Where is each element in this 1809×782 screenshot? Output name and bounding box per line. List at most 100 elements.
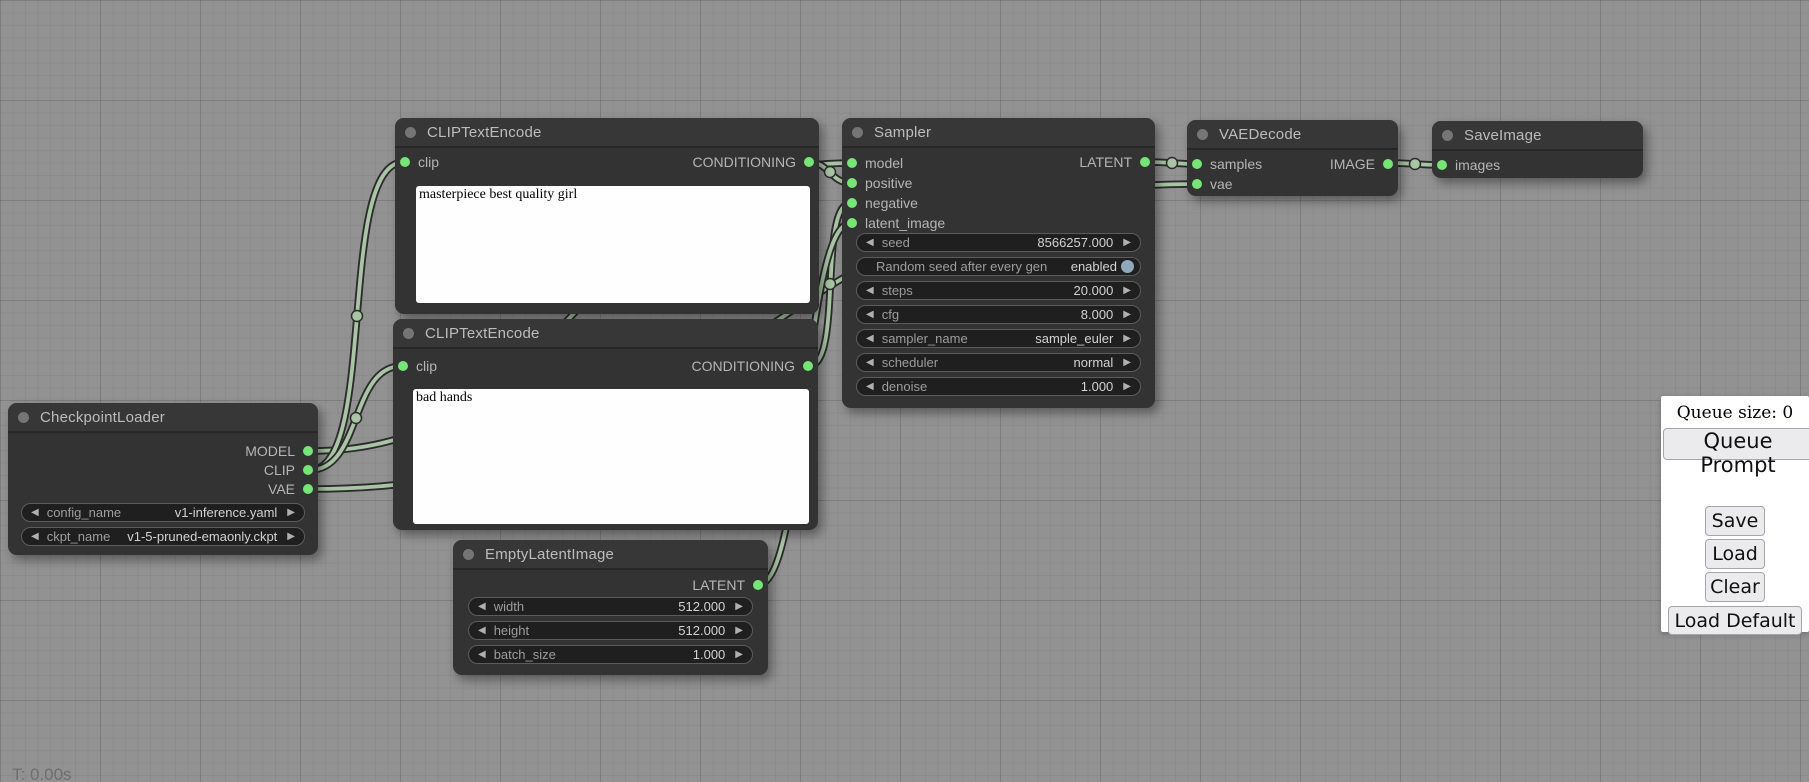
widget-batch-size[interactable]: ◀ batch_size 1.000 ▶ <box>468 645 753 664</box>
widget-height[interactable]: ◀ height 512.000 ▶ <box>468 621 753 640</box>
widget-steps[interactable]: ◀ steps 20.000 ▶ <box>856 281 1141 300</box>
output-slot-image[interactable]: IMAGE <box>1330 154 1393 174</box>
widget-seed[interactable]: ◀ seed 8566257.000 ▶ <box>856 233 1141 252</box>
input-slot-vae[interactable]: vae <box>1192 174 1233 194</box>
input-slot-positive[interactable]: positive <box>847 173 912 193</box>
increment-icon[interactable]: ▶ <box>287 508 295 518</box>
increment-icon[interactable]: ▶ <box>735 650 743 660</box>
decrement-icon[interactable]: ◀ <box>478 602 486 612</box>
node-clip-text-encode-positive[interactable]: CLIPTextEncode clip CONDITIONING masterp… <box>395 118 819 314</box>
output-slot-latent[interactable]: LATENT <box>1079 152 1150 172</box>
negative-prompt-textarea[interactable]: bad hands <box>413 389 809 524</box>
decrement-icon[interactable]: ◀ <box>31 508 39 518</box>
input-slot-negative[interactable]: negative <box>847 193 918 213</box>
node-vae-decode[interactable]: VAEDecode samples vae IMAGE <box>1187 120 1398 196</box>
output-dot-icon[interactable] <box>1383 159 1393 169</box>
input-dot-icon[interactable] <box>847 218 857 228</box>
input-slot-clip[interactable]: clip <box>398 356 437 376</box>
positive-prompt-textarea[interactable]: masterpiece best quality girl <box>416 186 810 303</box>
increment-icon[interactable]: ▶ <box>287 532 295 542</box>
increment-icon[interactable]: ▶ <box>735 602 743 612</box>
widget-denoise[interactable]: ◀ denoise 1.000 ▶ <box>856 377 1141 396</box>
input-slot-clip[interactable]: clip <box>400 152 439 172</box>
decrement-icon[interactable]: ◀ <box>478 650 486 660</box>
output-slot-latent[interactable]: LATENT <box>692 575 763 595</box>
graph-canvas[interactable]: CheckpointLoader MODEL CLIP VAE ◀ config… <box>0 0 1809 782</box>
widget-cfg[interactable]: ◀ cfg 8.000 ▶ <box>856 305 1141 324</box>
widget-width[interactable]: ◀ width 512.000 ▶ <box>468 597 753 616</box>
collapse-dot-icon[interactable] <box>18 412 29 423</box>
increment-icon[interactable]: ▶ <box>1123 310 1131 320</box>
node-title-bar[interactable]: CheckpointLoader <box>8 403 318 433</box>
node-empty-latent-image[interactable]: EmptyLatentImage LATENT ◀ width 512.000 … <box>453 540 768 675</box>
decrement-icon[interactable]: ◀ <box>31 532 39 542</box>
input-slot-samples[interactable]: samples <box>1192 154 1262 174</box>
slot-label: negative <box>865 195 918 211</box>
node-title-bar[interactable]: VAEDecode <box>1187 120 1398 150</box>
output-slot-model[interactable]: MODEL <box>245 441 313 461</box>
output-dot-icon[interactable] <box>804 157 814 167</box>
decrement-icon[interactable]: ◀ <box>478 626 486 636</box>
node-title-bar[interactable]: CLIPTextEncode <box>393 319 818 349</box>
output-dot-icon[interactable] <box>753 580 763 590</box>
input-dot-icon[interactable] <box>847 198 857 208</box>
output-dot-icon[interactable] <box>303 484 313 494</box>
node-title-bar[interactable]: CLIPTextEncode <box>395 118 819 148</box>
widget-ckpt-name[interactable]: ◀ ckpt_name v1-5-pruned-emaonly.ckpt ▶ <box>21 527 305 546</box>
increment-icon[interactable]: ▶ <box>1123 382 1131 392</box>
increment-icon[interactable]: ▶ <box>1123 238 1131 248</box>
collapse-dot-icon[interactable] <box>1197 129 1208 140</box>
input-dot-icon[interactable] <box>1192 179 1202 189</box>
decrement-icon[interactable]: ◀ <box>866 286 874 296</box>
output-slot-conditioning[interactable]: CONDITIONING <box>692 356 813 376</box>
node-sampler[interactable]: Sampler model positive negative latent_i… <box>842 118 1155 408</box>
widget-scheduler[interactable]: ◀ scheduler normal ▶ <box>856 353 1141 372</box>
input-slot-latent-image[interactable]: latent_image <box>847 213 945 233</box>
input-dot-icon[interactable] <box>1437 160 1447 170</box>
input-dot-icon[interactable] <box>400 157 410 167</box>
node-checkpoint-loader[interactable]: CheckpointLoader MODEL CLIP VAE ◀ config… <box>8 403 318 555</box>
load-button[interactable]: Load <box>1705 539 1765 569</box>
collapse-dot-icon[interactable] <box>1442 130 1453 141</box>
output-slot-clip[interactable]: CLIP <box>264 460 313 480</box>
clear-button[interactable]: Clear <box>1705 572 1765 602</box>
save-button[interactable]: Save <box>1705 506 1765 536</box>
collapse-dot-icon[interactable] <box>463 549 474 560</box>
node-title-bar[interactable]: Sampler <box>842 118 1155 148</box>
node-title-bar[interactable]: EmptyLatentImage <box>453 540 768 570</box>
input-slot-images[interactable]: images <box>1437 155 1500 175</box>
input-dot-icon[interactable] <box>1192 159 1202 169</box>
widget-sampler-name[interactable]: ◀ sampler_name sample_euler ▶ <box>856 329 1141 348</box>
load-default-button[interactable]: Load Default <box>1668 606 1802 635</box>
collapse-dot-icon[interactable] <box>405 127 416 138</box>
toggle-knob-icon[interactable] <box>1121 260 1134 273</box>
output-slot-conditioning[interactable]: CONDITIONING <box>693 152 814 172</box>
collapse-dot-icon[interactable] <box>852 127 863 138</box>
decrement-icon[interactable]: ◀ <box>866 382 874 392</box>
node-title-bar[interactable]: SaveImage <box>1432 121 1643 151</box>
decrement-icon[interactable]: ◀ <box>866 358 874 368</box>
node-clip-text-encode-negative[interactable]: CLIPTextEncode clip CONDITIONING bad han… <box>393 319 818 530</box>
decrement-icon[interactable]: ◀ <box>866 310 874 320</box>
decrement-icon[interactable]: ◀ <box>866 238 874 248</box>
widget-value: sample_euler <box>978 331 1114 346</box>
output-dot-icon[interactable] <box>303 446 313 456</box>
increment-icon[interactable]: ▶ <box>1123 358 1131 368</box>
input-dot-icon[interactable] <box>847 158 857 168</box>
node-save-image[interactable]: SaveImage images <box>1432 121 1643 178</box>
output-dot-icon[interactable] <box>803 361 813 371</box>
decrement-icon[interactable]: ◀ <box>866 334 874 344</box>
output-dot-icon[interactable] <box>1140 157 1150 167</box>
queue-prompt-button[interactable]: Queue Prompt <box>1663 428 1809 460</box>
widget-config-name[interactable]: ◀ config_name v1-inference.yaml ▶ <box>21 503 305 522</box>
input-slot-model[interactable]: model <box>847 153 903 173</box>
increment-icon[interactable]: ▶ <box>1123 334 1131 344</box>
input-dot-icon[interactable] <box>398 361 408 371</box>
increment-icon[interactable]: ▶ <box>735 626 743 636</box>
input-dot-icon[interactable] <box>847 178 857 188</box>
collapse-dot-icon[interactable] <box>403 328 414 339</box>
output-slot-vae[interactable]: VAE <box>268 479 313 499</box>
output-dot-icon[interactable] <box>303 465 313 475</box>
increment-icon[interactable]: ▶ <box>1123 286 1131 296</box>
widget-random-seed-toggle[interactable]: Random seed after every gen enabled <box>856 257 1141 276</box>
